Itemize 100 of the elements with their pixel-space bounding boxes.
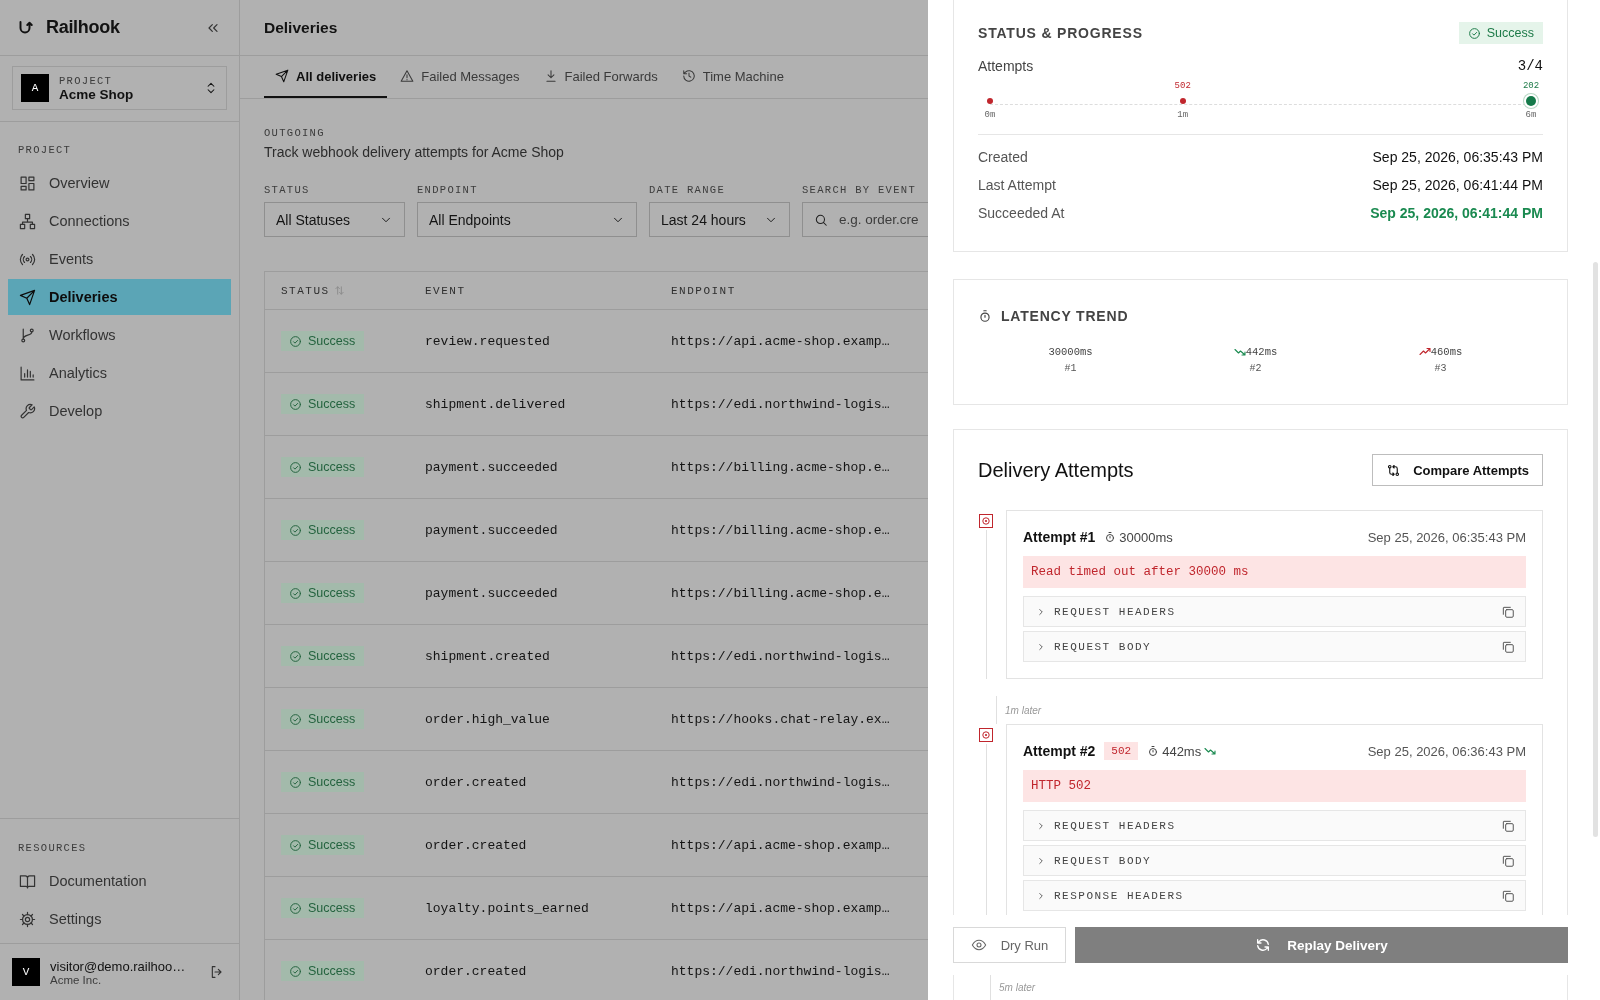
event-cell-text: review.requested	[425, 333, 551, 349]
check-circle-icon	[289, 838, 302, 852]
organization-name: Acme Inc.	[50, 973, 103, 986]
endpoint-cell-text: https://edi.northwind-logis…	[671, 648, 891, 664]
event-cell-text: payment.succeeded	[425, 459, 559, 475]
sidebar-item[interactable]: Analytics	[8, 355, 231, 391]
copy-button[interactable]	[1501, 639, 1515, 654]
check-circle-icon	[289, 964, 302, 978]
search-icon	[814, 213, 828, 227]
sidebar-item[interactable]: Deliveries	[8, 279, 231, 315]
section-toggle[interactable]: REQUEST BODY	[1036, 854, 1493, 867]
event-cell-text: order.created	[425, 774, 528, 790]
copy-button[interactable]	[1501, 818, 1515, 833]
section-toggle[interactable]: RESPONSE HEADERS	[1036, 889, 1493, 902]
attempt-title: Attempt #2	[1023, 743, 1096, 759]
sidebar-item[interactable]: Overview	[8, 165, 231, 201]
filter-dropdown[interactable]: Last 24 hours	[649, 202, 790, 237]
status-badge: Success	[281, 394, 365, 414]
status-badge: Success	[281, 646, 365, 666]
sidebar-item[interactable]: Connections	[8, 203, 231, 239]
copy-button[interactable]	[1501, 604, 1515, 619]
error-message: HTTP 502	[1023, 770, 1526, 802]
latency-value: 460ms	[1430, 346, 1463, 358]
status-badge: Success	[281, 457, 365, 477]
sidebar-item[interactable]: Events	[8, 241, 231, 277]
status-badge: Success	[281, 709, 365, 729]
tab[interactable]: All deliveries	[264, 56, 388, 98]
tab[interactable]: Failed Forwards	[532, 56, 669, 98]
latency-value: 442ms	[1245, 346, 1278, 358]
detail-value: Sep 25, 2026, 06:41:44 PM	[1372, 177, 1543, 193]
endpoint-cell-text: https://edi.northwind-logis…	[671, 396, 891, 412]
event-cell-text: payment.succeeded	[425, 522, 559, 538]
check-circle-icon	[289, 901, 302, 915]
compare-attempts-button[interactable]: Compare Attempts	[1372, 454, 1543, 486]
failed-attempt-icon	[979, 728, 993, 742]
status-badge: Success	[281, 835, 365, 855]
copy-button[interactable]	[1501, 853, 1515, 868]
replay-delivery-button[interactable]: Replay Delivery	[1075, 927, 1568, 963]
section-toggle[interactable]: REQUEST HEADERS	[1036, 605, 1493, 618]
time-gap-label: 1m later	[996, 696, 1042, 724]
check-circle-icon	[289, 460, 302, 474]
event-cell-text: order.created	[425, 837, 528, 853]
endpoint-cell-text: https://billing.acme-shop.e…	[671, 459, 891, 475]
column-header[interactable]: EVENT	[425, 284, 466, 297]
scrollbar-thumb[interactable]	[1593, 262, 1598, 837]
filter-label: ENDPOINT	[417, 184, 479, 196]
attempt-number: #3	[1434, 363, 1447, 374]
chevron-right-icon	[1036, 890, 1046, 901]
attempt-duration: 442ms	[1162, 743, 1202, 759]
endpoint-cell-text: https://api.acme-shop.examp…	[671, 900, 891, 916]
section-toggle[interactable]: REQUEST HEADERS	[1036, 819, 1493, 832]
stopwatch-icon	[1104, 531, 1117, 543]
compare-icon	[1386, 462, 1402, 478]
sidebar-item[interactable]: Workflows	[8, 317, 231, 353]
dry-run-button[interactable]: Dry Run	[953, 927, 1066, 963]
event-cell-text: order.high_value	[425, 711, 551, 727]
filter-dropdown[interactable]: All Endpoints	[417, 202, 637, 237]
trend-up-icon	[1418, 346, 1431, 358]
error-message: Read timed out after 30000 ms	[1023, 556, 1526, 588]
paper-plane-icon	[19, 288, 36, 306]
copy-button[interactable]	[1501, 888, 1515, 903]
section-toggle[interactable]: REQUEST BODY	[1036, 640, 1493, 653]
detail-label: Created	[978, 149, 1028, 165]
endpoint-cell-text: https://api.acme-shop.examp…	[671, 333, 891, 349]
project-name: Acme Shop	[59, 86, 135, 102]
sidebar-item[interactable]: Documentation	[8, 863, 231, 899]
status-badge: Success	[281, 961, 365, 981]
check-circle-icon	[289, 523, 302, 537]
filter-dropdown[interactable]: All Statuses	[264, 202, 405, 237]
brand-name: Railhook	[46, 17, 121, 38]
attempt-title: Attempt #1	[1023, 529, 1096, 545]
paper-plane-icon	[275, 69, 289, 83]
detail-value: Sep 25, 2026, 06:41:44 PM	[1370, 205, 1543, 221]
status-badge: Success	[281, 772, 365, 792]
user-email: visitor@demo.railhoo…	[50, 958, 187, 974]
attempt-number: #1	[1064, 363, 1077, 374]
copy-icon	[1501, 639, 1515, 654]
detail-label: Succeeded At	[978, 205, 1065, 221]
grid-icon	[19, 174, 36, 192]
project-avatar: A	[21, 74, 49, 102]
check-circle-icon	[1467, 26, 1481, 40]
tab[interactable]: Failed Messages	[389, 56, 531, 98]
status-badge: Success	[1458, 22, 1543, 44]
check-circle-icon	[289, 397, 302, 411]
sidebar-item[interactable]: Develop	[8, 393, 231, 429]
column-header[interactable]: STATUS	[281, 284, 330, 297]
book-icon	[19, 872, 36, 890]
search-field[interactable]: e.g. order.cre	[802, 202, 928, 237]
endpoint-cell-text: https://billing.acme-shop.e…	[671, 522, 891, 538]
attempt-time: Sep 25, 2026, 06:36:43 PM	[1367, 743, 1526, 759]
copy-icon	[1501, 818, 1515, 833]
project-switcher[interactable]: A PROJECT Acme Shop	[12, 66, 227, 110]
status-code: 502	[1174, 80, 1191, 92]
sidebar-item[interactable]: Settings	[8, 901, 231, 937]
column-header[interactable]: ENDPOINT	[671, 284, 736, 297]
event-cell-text: loyalty.points_earned	[425, 900, 590, 916]
tab[interactable]: Time Machine	[670, 56, 795, 98]
status-badge: Success	[281, 583, 365, 603]
page-title: Deliveries	[264, 18, 338, 37]
branch-icon	[19, 326, 36, 344]
